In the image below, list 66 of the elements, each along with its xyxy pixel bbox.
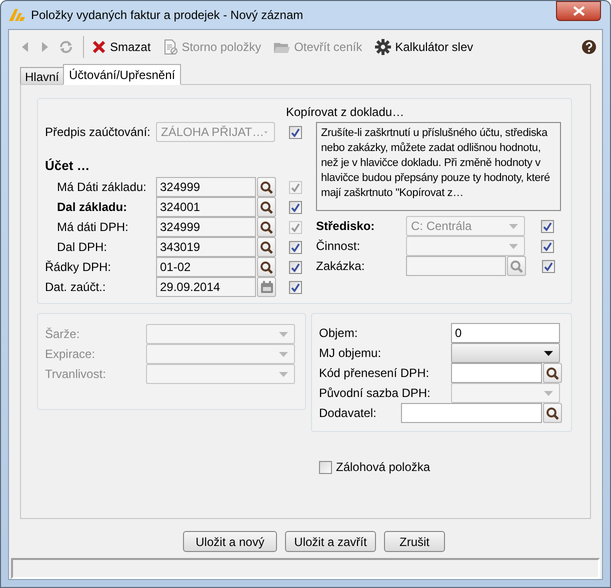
field-label: MJ objemu: bbox=[319, 345, 382, 362]
dialog-button[interactable]: Uložit a nový bbox=[183, 531, 277, 552]
input-field[interactable]: 29.09.2014 bbox=[156, 277, 256, 297]
field-label: Činnost: bbox=[316, 238, 362, 255]
toolbar-button[interactable]: Kalkulátor slev bbox=[375, 36, 474, 58]
caret-icon bbox=[509, 224, 518, 228]
close-icon bbox=[572, 6, 584, 16]
dialog-button[interactable]: Uložit a zavřít bbox=[285, 531, 376, 552]
copy-heading: Kopírovat z dokladu… bbox=[286, 105, 404, 119]
caret-icon bbox=[279, 332, 288, 336]
folder-icon bbox=[274, 40, 290, 54]
input-field[interactable] bbox=[401, 403, 542, 423]
field-label: Zakázka: bbox=[316, 258, 366, 275]
field-label: Expirace: bbox=[45, 346, 96, 363]
checkbox[interactable] bbox=[289, 260, 302, 274]
input-field[interactable]: 343019 bbox=[156, 237, 256, 257]
field-label: Původní sazba DPH: bbox=[319, 385, 432, 402]
help-icon[interactable] bbox=[582, 40, 596, 54]
field-label: Má dáti DPH: bbox=[57, 219, 130, 236]
section-heading: Účet … bbox=[45, 157, 90, 176]
field-label: Objem: bbox=[319, 325, 359, 342]
app-logo-icon bbox=[9, 9, 25, 21]
checkbox-label: Zálohová položka bbox=[336, 459, 430, 476]
input-field[interactable] bbox=[451, 363, 542, 383]
search-button[interactable] bbox=[543, 403, 562, 423]
caret-icon bbox=[279, 372, 288, 376]
search-button[interactable] bbox=[257, 237, 276, 257]
field-label: Šarže: bbox=[45, 326, 81, 343]
caret-icon bbox=[279, 352, 288, 356]
field-label: Trvanlivost: bbox=[45, 366, 107, 383]
input-field[interactable]: 0 bbox=[451, 323, 560, 343]
window-title: Položky vydaných faktur a prodejek - Nový záznam bbox=[31, 7, 304, 24]
field-label: Dodavatel: bbox=[319, 405, 378, 422]
checkbox[interactable] bbox=[289, 280, 302, 294]
toolbar-button[interactable]: Smazat bbox=[92, 36, 151, 58]
dialog-button[interactable]: Zrušit bbox=[384, 531, 445, 552]
input-field[interactable]: 01-02 bbox=[156, 257, 256, 277]
checkbox[interactable] bbox=[319, 460, 332, 474]
checkbox[interactable] bbox=[289, 240, 302, 254]
caret-icon bbox=[544, 390, 553, 396]
tab[interactable]: Hlavní bbox=[20, 67, 64, 85]
document-icon bbox=[164, 39, 178, 55]
checkbox[interactable] bbox=[289, 200, 302, 214]
info-note: Zrušíte-li zaškrtnutí u příslušného účtu, střediska nebo zakázky, můžete zadat odlišnou hodnotu, než je v hlavičce dokladu. Při změně hodnoty v hlavičce budou přepsány pouze ty hodnoty, které mají zaškrtnuto "Kopírovat z… bbox=[316, 122, 561, 211]
search-button[interactable] bbox=[257, 177, 276, 197]
search-button[interactable] bbox=[543, 363, 562, 383]
field-label: Má Dáti základu: bbox=[57, 179, 148, 196]
input-field[interactable]: 324999 bbox=[156, 217, 256, 237]
delete-icon bbox=[92, 40, 106, 54]
input-field[interactable]: 324999 bbox=[156, 177, 256, 197]
caret-icon bbox=[544, 350, 553, 356]
caret-icon bbox=[509, 244, 518, 248]
field-label: Středisko: bbox=[316, 218, 376, 235]
close-button[interactable] bbox=[556, 1, 601, 21]
search-button[interactable] bbox=[257, 217, 276, 237]
tab[interactable]: Účtování/Upřesnění bbox=[63, 64, 182, 85]
search-button[interactable] bbox=[257, 257, 276, 277]
search-button[interactable] bbox=[257, 197, 276, 217]
field-label: Dal DPH: bbox=[57, 239, 108, 256]
settings-icon bbox=[375, 39, 392, 55]
field-label: Dal základu: bbox=[57, 199, 128, 216]
field-label: Kód přenesení DPH: bbox=[319, 365, 430, 382]
input-field[interactable]: 324001 bbox=[156, 197, 256, 217]
field-label: Řádky DPH: bbox=[45, 259, 112, 276]
field-label: Předpis zaúčtování: bbox=[45, 124, 152, 141]
field-label: Dat. zaúčt.: bbox=[45, 279, 107, 296]
